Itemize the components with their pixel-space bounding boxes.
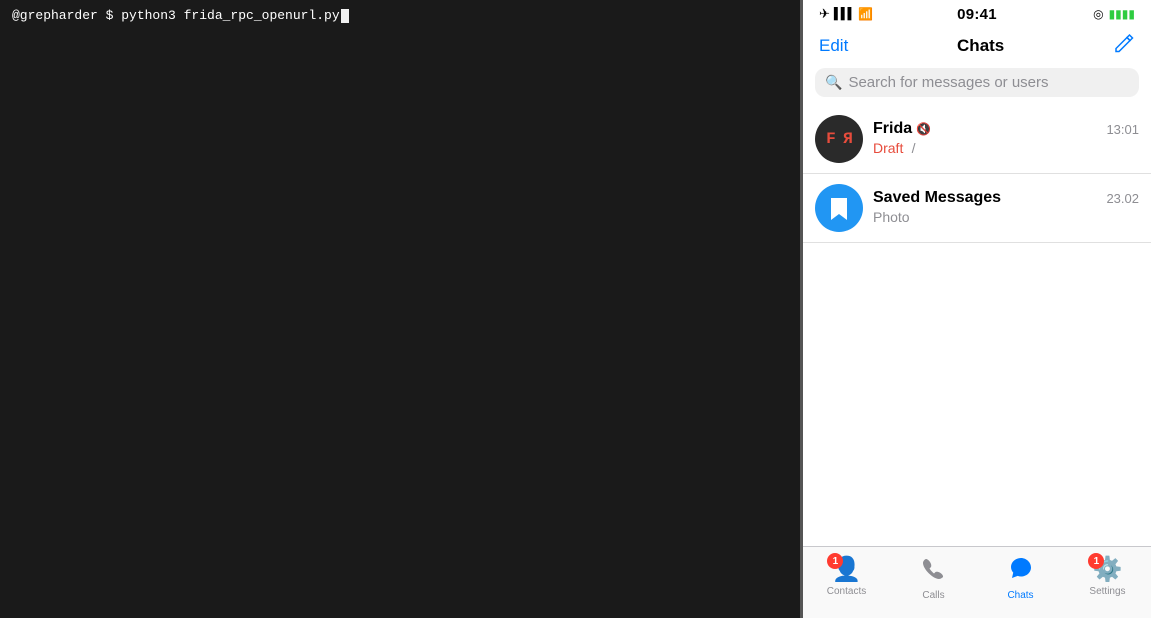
terminal-line: @grepharder $ python3 frida_rpc_openurl.…: [12, 8, 788, 23]
chats-label: Chats: [1007, 590, 1033, 601]
tab-chats[interactable]: Chats: [977, 555, 1064, 601]
airplane-icon: ✈: [819, 6, 830, 22]
chat-top-saved: Saved Messages 23.02: [873, 189, 1139, 207]
search-input[interactable]: Search for messages or users: [848, 74, 1048, 91]
chat-preview-saved: Photo: [873, 209, 910, 225]
compose-button[interactable]: [1113, 32, 1135, 60]
nav-bar: Edit Chats: [803, 28, 1151, 68]
status-left: ✈ ▌▌▌ 📶: [819, 6, 873, 22]
chat-content-frida: Frida 🔇 13:01 Draft /: [873, 120, 1139, 158]
status-time: 09:41: [957, 6, 997, 23]
wifi-icon: 📶: [858, 7, 873, 21]
chat-preview-frida: Draft /: [873, 140, 1139, 158]
search-icon: 🔍: [825, 74, 842, 91]
settings-label: Settings: [1089, 586, 1125, 597]
status-right: ◎ ▮▮▮▮: [1093, 7, 1135, 21]
tab-settings[interactable]: ⚙️ 1 Settings: [1064, 555, 1151, 597]
avatar-saved: [815, 184, 863, 232]
mute-icon-frida: 🔇: [916, 122, 931, 136]
chat-time-frida: 13:01: [1106, 122, 1139, 137]
location-icon: ◎: [1093, 7, 1103, 21]
chats-icon: [1008, 555, 1034, 588]
terminal-cursor: [341, 9, 349, 23]
chat-time-saved: 23.02: [1106, 191, 1139, 206]
chat-item-saved[interactable]: Saved Messages 23.02 Photo: [803, 174, 1151, 243]
terminal-prompt: @grepharder $ python3 frida_rpc_openurl.…: [12, 8, 340, 23]
edit-button[interactable]: Edit: [819, 36, 848, 56]
tab-bar: 👤 1 Contacts Calls Chats ⚙️: [803, 546, 1151, 618]
terminal-panel: @grepharder $ python3 frida_rpc_openurl.…: [0, 0, 800, 618]
phone-panel: ✈ ▌▌▌ 📶 09:41 ◎ ▮▮▮▮ Edit Chats 🔍 Search…: [803, 0, 1151, 618]
tab-calls[interactable]: Calls: [890, 555, 977, 601]
contacts-label: Contacts: [827, 586, 866, 597]
battery-icon: ▮▮▮▮: [1109, 7, 1135, 21]
search-bar[interactable]: 🔍 Search for messages or users: [815, 68, 1139, 97]
chat-top-frida: Frida 🔇 13:01: [873, 120, 1139, 138]
bookmark-icon: [829, 196, 849, 220]
status-bar: ✈ ▌▌▌ 📶 09:41 ◎ ▮▮▮▮: [803, 0, 1151, 28]
signal-bars-icon: ▌▌▌: [834, 8, 854, 20]
chat-name-frida: Frida 🔇: [873, 120, 931, 138]
page-title: Chats: [957, 36, 1004, 56]
chat-list: F Я Frida 🔇 13:01 Draft /: [803, 105, 1151, 546]
calls-icon: [921, 555, 947, 588]
chat-item-frida[interactable]: F Я Frida 🔇 13:01 Draft /: [803, 105, 1151, 174]
tab-contacts[interactable]: 👤 1 Contacts: [803, 555, 890, 597]
chat-name-saved: Saved Messages: [873, 189, 1001, 207]
avatar-frida: F Я: [815, 115, 863, 163]
calls-label: Calls: [922, 590, 944, 601]
chat-content-saved: Saved Messages 23.02 Photo: [873, 189, 1139, 227]
